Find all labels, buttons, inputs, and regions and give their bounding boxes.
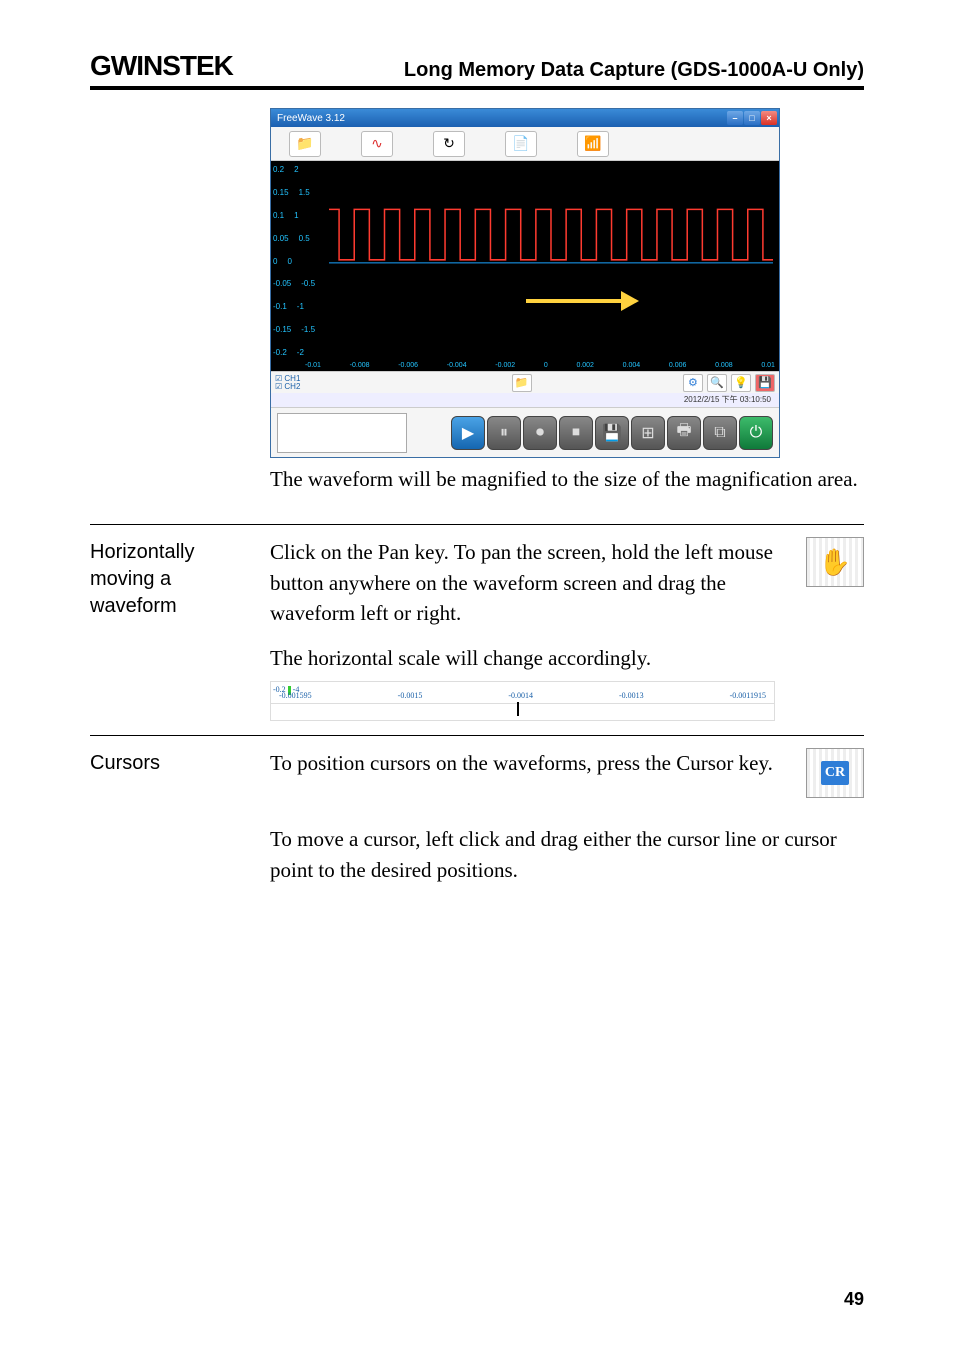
pan-paragraph-1: Click on the Pan key. To pan the screen,… <box>270 537 788 628</box>
section-label-pan: Horizontally moving a waveform <box>90 537 250 721</box>
grid-button[interactable]: ⊞ <box>631 416 665 450</box>
crop-button[interactable]: ⧉ <box>703 416 737 450</box>
timestamp: 2012/2/15 下午 03:10:50 <box>271 393 779 407</box>
app-screenshot: FreeWave 3.12 – □ × 📁 ∿ ↻ 📄 📶 0.22 0.151… <box>270 108 864 494</box>
window-titlebar: FreeWave 3.12 – □ × <box>271 109 779 127</box>
top-toolbar: 📁 ∿ ↻ 📄 📶 <box>271 127 779 161</box>
pause-button[interactable]: ⏸ <box>487 416 521 450</box>
power-button[interactable]: ⏻ <box>739 416 773 450</box>
section-label-cursors: Cursors <box>90 748 250 885</box>
zoom-icon[interactable]: 🔍 <box>707 374 727 392</box>
page-header: GWINSTEK Long Memory Data Capture (GDS-1… <box>90 50 864 90</box>
open-folder-icon[interactable]: 📁 <box>289 131 321 157</box>
bulb-icon[interactable]: 💡 <box>731 374 751 392</box>
reload-icon[interactable]: ↻ <box>433 131 465 157</box>
play-button[interactable]: ▶ <box>451 416 485 450</box>
print-button[interactable]: 🖶 <box>667 416 701 450</box>
window-title: FreeWave 3.12 <box>277 113 345 124</box>
pan-key-icon: ✋ <box>806 537 864 587</box>
bottom-toolbar: ▶ ⏸ ⏺ ⏹ 💾 ⊞ 🖶 ⧉ ⏻ <box>271 407 779 457</box>
y-axis-ticks: 0.22 0.151.5 0.11 0.050.5 00 -0.05-0.5 -… <box>273 165 329 357</box>
waveform-icon[interactable]: ∿ <box>361 131 393 157</box>
waveform-svg <box>329 169 773 357</box>
waveform-plot: 0.22 0.151.5 0.11 0.050.5 00 -0.05-0.5 -… <box>271 161 779 371</box>
x-axis-ticks: -0.01 -0.008 -0.006 -0.004 -0.002 0 0.00… <box>305 362 775 369</box>
page-title: Long Memory Data Capture (GDS-1000A-U On… <box>404 59 864 82</box>
signal-icon[interactable]: 📶 <box>577 131 609 157</box>
ch2-checkbox[interactable]: ☑ CH2 <box>275 383 300 391</box>
logo-text: GWINSTEK <box>90 50 233 82</box>
brand-logo: GWINSTEK <box>90 50 233 82</box>
close-button[interactable]: × <box>761 111 777 125</box>
gear-icon[interactable]: ⚙ <box>683 374 703 392</box>
folder-small-icon[interactable]: 📁 <box>512 374 532 392</box>
mid-toolbar: ☑ CH1 ☑ CH2 📁 ⚙ 🔍 💡 💾 <box>271 371 779 393</box>
stop-button[interactable]: ⏹ <box>559 416 593 450</box>
screenshot-caption: The waveform will be magnified to the si… <box>270 464 864 494</box>
maximize-button[interactable]: □ <box>744 111 760 125</box>
horizontal-scale-image: -0.2 -4 -0.001595 -0.0015 -0.0014 -0.001… <box>270 681 775 721</box>
pan-paragraph-2: The horizontal scale will change accordi… <box>270 643 864 673</box>
disk-icon[interactable]: 💾 <box>755 374 775 392</box>
document-icon[interactable]: 📄 <box>505 131 537 157</box>
minimize-button[interactable]: – <box>727 111 743 125</box>
cursor-key-icon: CR <box>806 748 864 798</box>
page-number: 49 <box>844 1289 864 1310</box>
pan-arrow-icon <box>521 281 641 321</box>
preview-thumbnail <box>277 413 407 453</box>
cursor-paragraph-1: To position cursors on the waveforms, pr… <box>270 748 788 778</box>
cursor-paragraph-2: To move a cursor, left click and drag ei… <box>270 824 864 885</box>
record-button[interactable]: ⏺ <box>523 416 557 450</box>
save-button[interactable]: 💾 <box>595 416 629 450</box>
